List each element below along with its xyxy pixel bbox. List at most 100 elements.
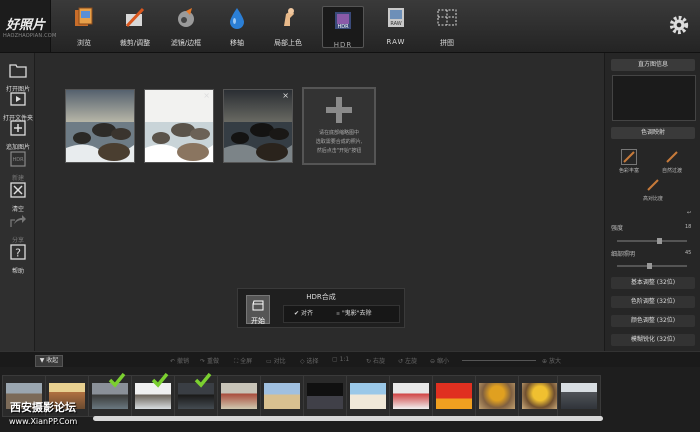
fullscreen-button[interactable]: ⛶ 全屏 (234, 356, 252, 366)
film-thumb-8[interactable] (303, 375, 347, 417)
film-thumb-10[interactable] (389, 375, 433, 417)
align-checkbox[interactable]: ✔ 对齐 (294, 308, 313, 317)
compare-button[interactable]: ▭ 对比 (266, 356, 286, 365)
watermark-title: 西安摄影论坛 (10, 401, 76, 414)
compare-label: 对比 (273, 358, 286, 365)
zoom-slider[interactable] (462, 360, 536, 361)
local-color-icon (284, 8, 294, 26)
detail-lighting-slider[interactable] (617, 263, 687, 269)
tool-hdr[interactable]: HDR HDR (322, 6, 364, 49)
tool-collage-label: 拼图 (440, 39, 454, 47)
start-button[interactable]: 开始 (246, 295, 270, 325)
tool-collage[interactable]: 拼图 (425, 4, 469, 48)
zoom-out-icon: ⊖ (430, 358, 436, 365)
raw-icon: RAW (388, 8, 404, 27)
zoom-out-button[interactable]: ⊖ 缩小 (430, 356, 449, 365)
redo-label: 重做 (206, 358, 219, 365)
film-thumb-14[interactable] (557, 375, 601, 417)
new-hdr-icon: HDR (10, 151, 26, 167)
logo-title: 好照片 (6, 18, 46, 33)
ghost-removal-checkbox[interactable]: ▪ "鬼影"去除 (336, 308, 372, 317)
tool-local-color[interactable]: 局部上色 (266, 4, 310, 48)
select-button[interactable]: ◇ 选择 (300, 356, 319, 365)
film-thumb-9[interactable] (346, 375, 390, 417)
mode-rich-color[interactable]: 色彩丰富 (615, 149, 643, 174)
intensity-label: 强度 (611, 225, 624, 232)
histogram-header[interactable]: 直方图信息 (611, 59, 695, 71)
film-thumb-5[interactable] (174, 372, 218, 417)
remove-image-close-icon[interactable]: × (282, 91, 289, 100)
intensity-value: 18 (685, 224, 692, 230)
section-basic-adjust[interactable]: 基本调整 (32位) (611, 277, 695, 289)
film-thumb-7[interactable] (260, 375, 304, 417)
undo-icon: ↶ (170, 358, 176, 365)
tool-hdr-label: HDR (333, 41, 353, 49)
help-label: 帮助 (11, 268, 24, 275)
collapse-button[interactable]: ▼ 收起 (35, 355, 63, 367)
tool-raw[interactable]: RAW RAW (374, 4, 418, 48)
tool-crop-adjust[interactable]: 裁剪/调整 (113, 4, 157, 48)
filmstrip: 西安摄影论坛 www.XianPP.Com (0, 367, 700, 432)
share-button[interactable]: 分享 (2, 213, 34, 244)
mode-natural[interactable]: 自然过渡 (657, 149, 687, 174)
svg-text:?: ? (15, 247, 21, 260)
tool-browse[interactable]: 浏览 (62, 4, 106, 48)
select-icon: ◇ (300, 358, 305, 365)
thumbnail-image (350, 383, 386, 409)
add-image-button[interactable]: 追加图片 (2, 120, 34, 151)
film-thumb-4[interactable] (131, 372, 175, 417)
new-hdr-button[interactable]: HDR 新建 (2, 151, 34, 182)
zoom-out-label: 缩小 (436, 358, 449, 365)
actual-size-button[interactable]: ▢ 1:1 (332, 356, 349, 363)
section-blur-sharpen[interactable]: 模糊锐化 (32位) (611, 334, 695, 346)
rotate-right-button[interactable]: ↻ 右旋 (366, 356, 385, 365)
open-image-button[interactable]: 打开图片 (2, 62, 34, 93)
intensity-slider-knob[interactable] (657, 238, 662, 244)
help-button[interactable]: ? 帮助 (2, 244, 34, 275)
zoom-in-label: 放大 (548, 358, 561, 365)
thumbnail-image (307, 383, 343, 409)
tone-mapping-header[interactable]: 色调映射 (611, 127, 695, 139)
tool-filter-frame[interactable]: 滤镜/边框 (164, 4, 208, 48)
mode-rich-label: 色彩丰富 (618, 168, 639, 174)
film-thumb-6[interactable] (217, 375, 261, 417)
start-button-label: 开始 (251, 317, 265, 325)
empty-checkbox-icon: ▪ (336, 310, 341, 317)
settings-gear-icon[interactable] (668, 14, 690, 36)
source-image-1[interactable] (65, 89, 135, 163)
intensity-slider[interactable] (617, 238, 687, 244)
clear-label: 清空 (11, 206, 24, 213)
redo-button[interactable]: ↷ 重做 (200, 356, 219, 365)
share-label: 分享 (11, 237, 24, 244)
app-logo: 好照片 HAOZHAOPIAN.COM (0, 0, 56, 52)
remove-image-close-icon[interactable]: × (203, 91, 210, 100)
add-image-placeholder[interactable]: 请在底部缩略图中 选取需要合成的照片, 然后点击"开始"按钮 (302, 87, 376, 165)
film-thumb-11[interactable] (432, 375, 476, 417)
film-thumb-12[interactable] (475, 375, 519, 417)
svg-text:HDR: HDR (12, 157, 24, 163)
mode-high-contrast[interactable]: 高对比度 (637, 177, 669, 202)
brush-rich-icon (621, 149, 637, 165)
tool-raw-label: RAW (386, 38, 406, 46)
source-image-2[interactable]: × (144, 89, 214, 163)
section-color-adjust[interactable]: 颜色调整 (32位) (611, 315, 695, 327)
open-folder-button[interactable]: 打开文件夹 (2, 91, 34, 122)
clear-button[interactable]: 清空 (2, 182, 34, 213)
fullscreen-icon: ⛶ (234, 358, 239, 365)
detail-lighting-slider-knob[interactable] (647, 263, 652, 269)
tool-tilt-shift[interactable]: 移轴 (215, 4, 259, 48)
thumbnail-image (221, 383, 257, 409)
film-thumb-3[interactable] (88, 372, 132, 417)
reset-arrow-icon[interactable]: ↩ (687, 210, 691, 216)
undo-button[interactable]: ↶ 撤销 (170, 356, 189, 365)
rotate-left-button[interactable]: ↺ 左旋 (398, 356, 417, 365)
collage-icon (437, 9, 457, 26)
source-image-3[interactable]: × (223, 89, 293, 163)
section-levels-adjust[interactable]: 色阶调整 (32位) (611, 296, 695, 308)
film-thumb-13[interactable] (518, 375, 562, 417)
filmstrip-scrollbar[interactable] (93, 416, 603, 421)
triangle-down-icon: ▼ (39, 357, 45, 364)
zoom-in-icon: ⊕ (542, 358, 548, 365)
zoom-in-button[interactable]: ⊕ 放大 (542, 356, 561, 365)
clapperboard-icon (252, 300, 264, 311)
